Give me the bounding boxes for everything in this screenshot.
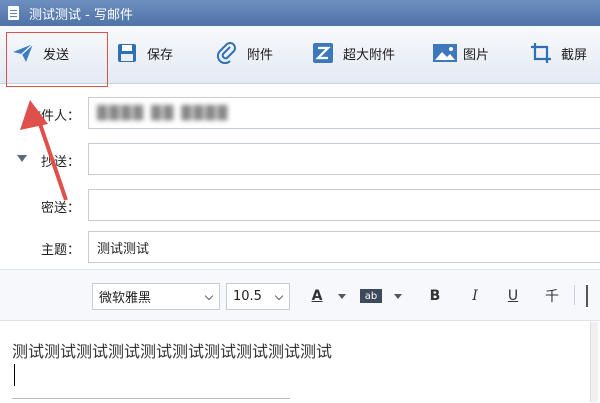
attach-label: 附件 (247, 47, 274, 63)
big-attachment-label: 超大附件 (343, 47, 396, 63)
underline-button[interactable]: U (504, 285, 522, 307)
floppy-disk-icon (116, 42, 138, 64)
subject-label: 主题： (40, 243, 80, 258)
save-button[interactable]: 保存 (116, 38, 173, 68)
to-recipients-blurred: ████ ██ ████ (97, 105, 230, 121)
body-scrollbar[interactable] (590, 322, 598, 402)
crop-icon (530, 42, 552, 64)
picture-icon (432, 42, 457, 64)
save-label: 保存 (147, 47, 174, 63)
strikethrough-button[interactable]: 千 (543, 285, 561, 307)
chevron-down-icon (274, 291, 284, 301)
document-icon (8, 6, 19, 20)
to-row: 收件人： ████ ██ ████ (0, 93, 600, 133)
to-label: 收件人： (27, 109, 80, 124)
cc-label: 抄送： (40, 155, 80, 170)
bcc-row: 密送： (0, 185, 600, 225)
text-caret (14, 364, 15, 386)
cc-input[interactable] (88, 143, 600, 175)
font-color-dropdown-icon[interactable] (338, 294, 346, 299)
subject-input[interactable]: 测试测试 (88, 231, 600, 263)
window-titlebar: 测试测试 - 写邮件 (0, 0, 600, 26)
send-highlight-box (6, 32, 108, 87)
cc-row: 抄送： (0, 139, 600, 179)
font-color-button[interactable]: A (308, 285, 326, 307)
font-family-select[interactable]: 微软雅黑 (92, 283, 220, 310)
font-size-value: 10.5 (233, 289, 262, 304)
expand-triangle-icon[interactable] (17, 155, 27, 162)
subject-row: 主题： 测试测试 (0, 227, 600, 267)
body-divider (12, 398, 290, 399)
bold-button[interactable]: B (426, 285, 444, 307)
email-body-text[interactable]: 测试测试测试测试测试测试测试测试测试测试 (12, 338, 332, 362)
bcc-label: 密送： (40, 201, 80, 216)
highlight-dropdown-icon[interactable] (394, 294, 402, 299)
bcc-input[interactable] (88, 189, 600, 221)
toolbar-divider (574, 285, 575, 305)
highlight-color-button[interactable]: ab (360, 289, 382, 303)
font-family-value: 微软雅黑 (99, 291, 152, 306)
to-input[interactable]: ████ ██ ████ (88, 97, 600, 129)
chevron-down-icon (204, 291, 214, 301)
align-icon[interactable] (586, 285, 600, 307)
z-box-icon (312, 42, 334, 64)
attach-button[interactable]: 附件 (216, 38, 273, 68)
screenshot-label: 截屏 (561, 47, 588, 63)
big-attachment-button[interactable]: 超大附件 (312, 38, 395, 68)
image-label: 图片 (463, 47, 490, 63)
italic-button[interactable]: I (466, 285, 484, 307)
image-button[interactable]: 图片 (432, 38, 489, 68)
font-size-select[interactable]: 10.5 (226, 283, 290, 310)
window-title: 测试测试 - 写邮件 (29, 7, 133, 23)
format-toolbar: 微软雅黑 10.5 A ab B I U 千 (0, 269, 600, 321)
paperclip-icon (216, 42, 238, 65)
screenshot-button[interactable]: 截屏 (530, 38, 587, 68)
